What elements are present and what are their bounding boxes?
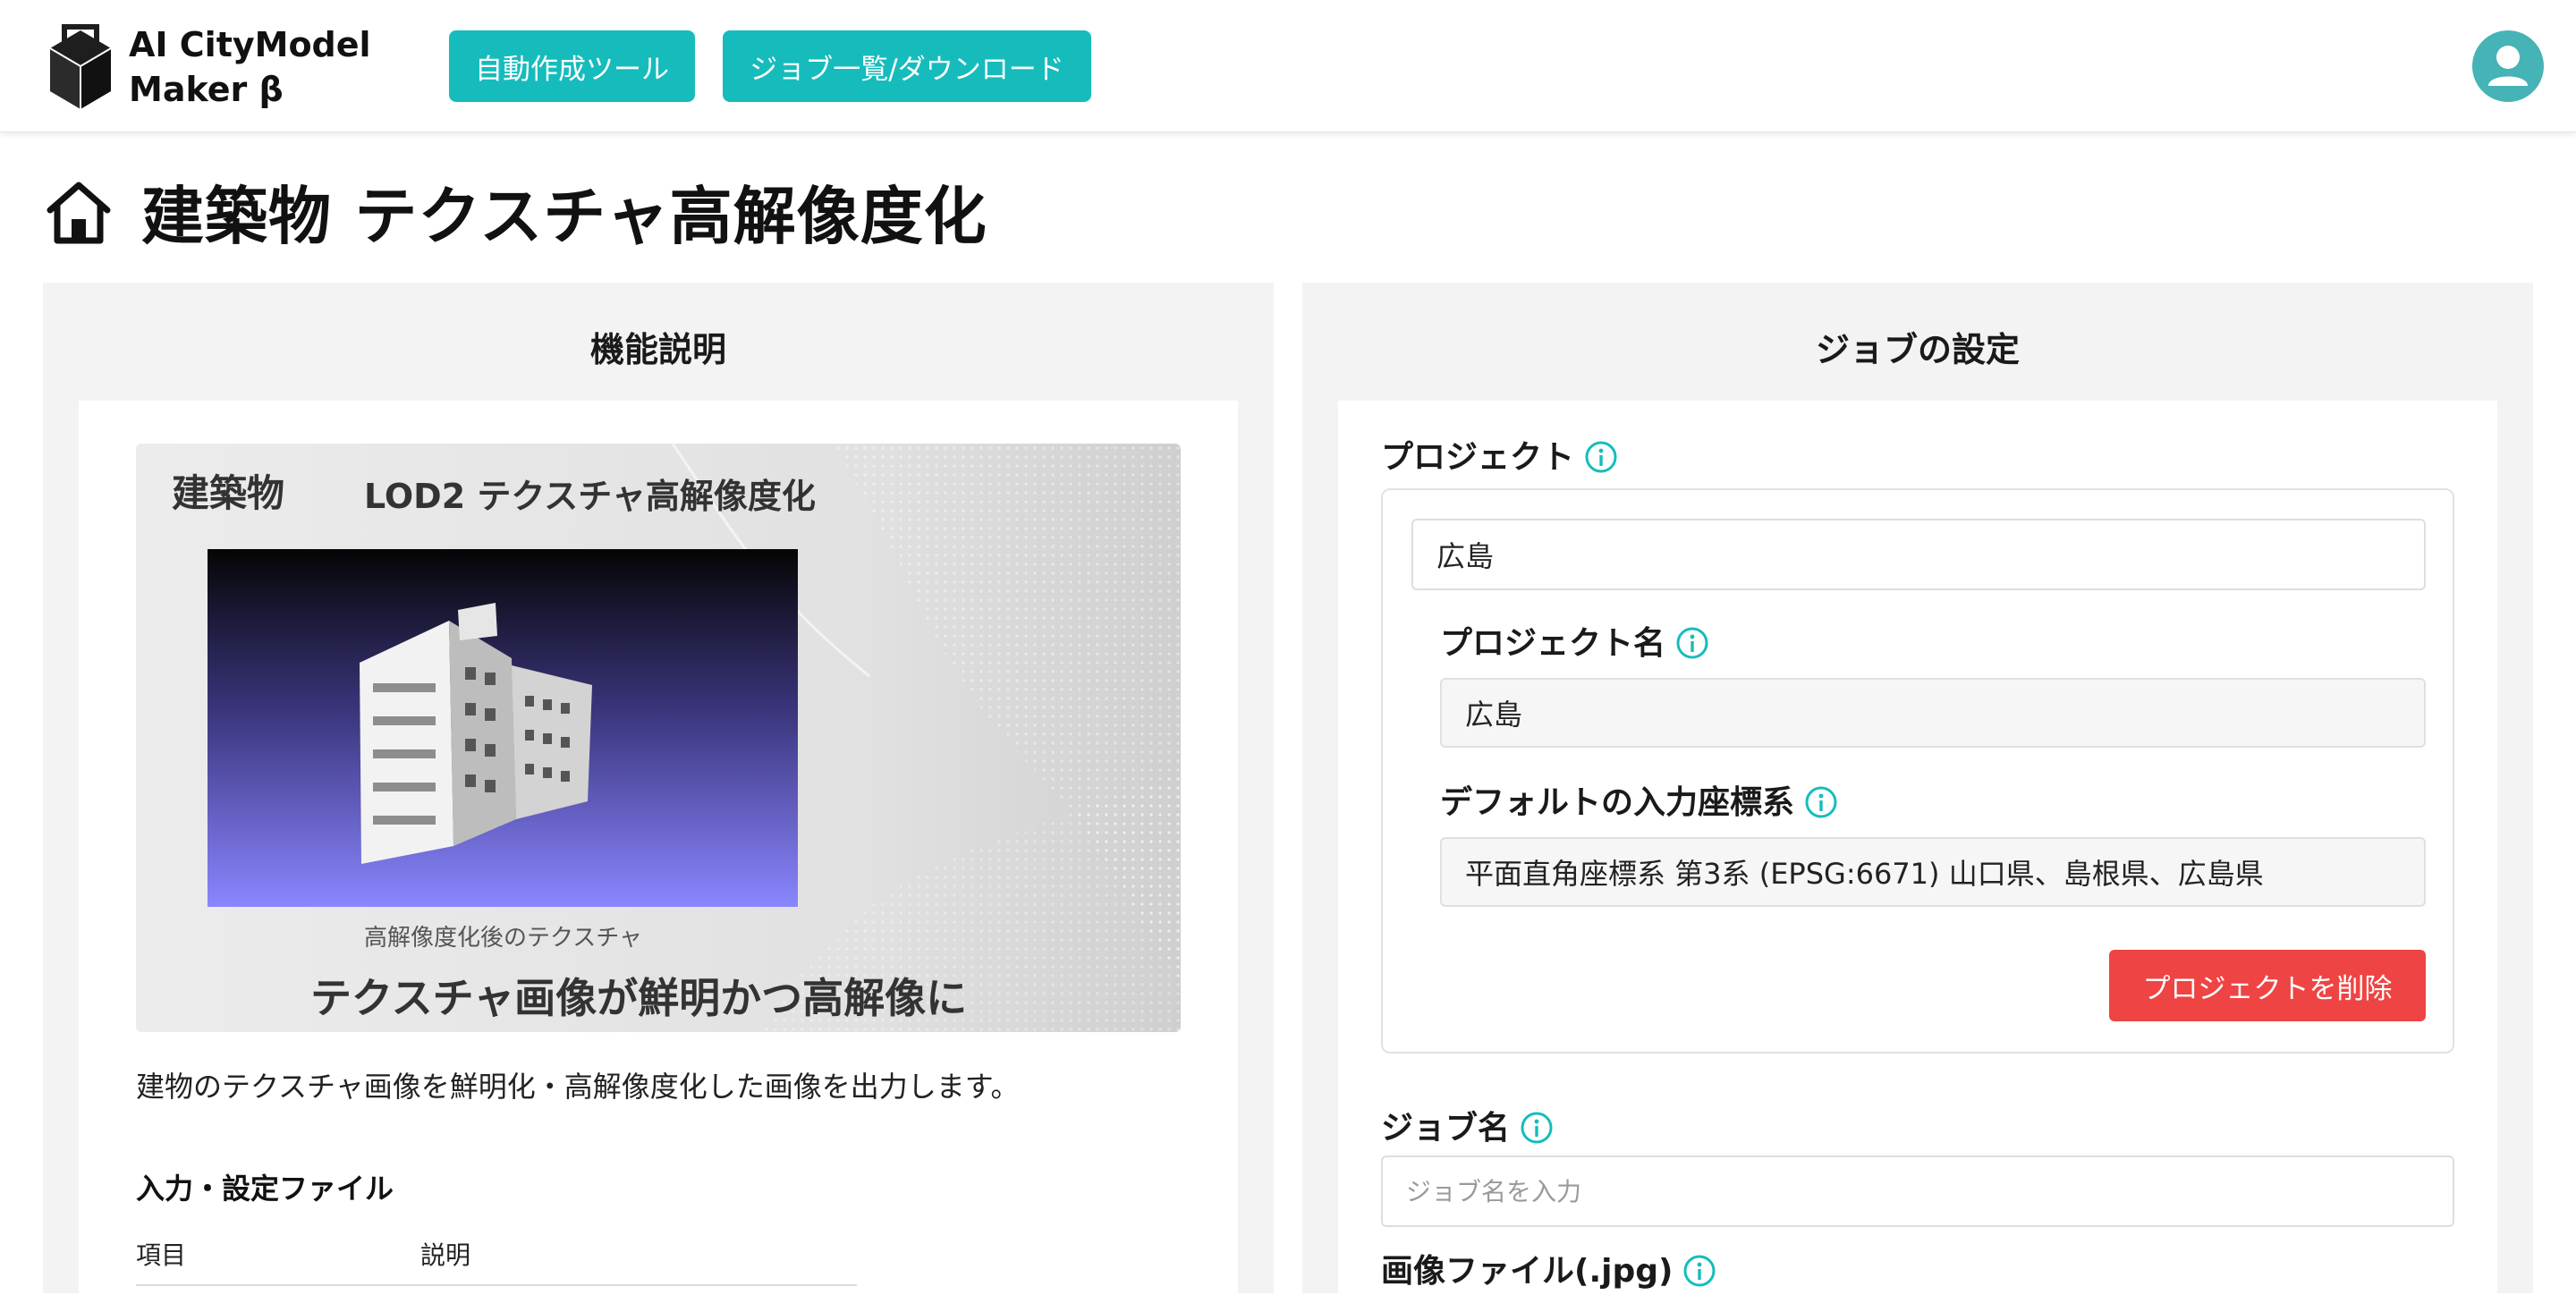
crs-label: デフォルトの入力座標系 xyxy=(1440,776,1839,823)
page-title-row: 建築物 テクスチャ高解像度化 xyxy=(43,166,987,257)
user-avatar-icon xyxy=(2488,46,2528,86)
project-settings-box: 広島 プロジェクト名 広島 デフォルトの入力座標系 平面直角座標系 第3系 (E xyxy=(1381,488,2454,1054)
app-logo[interactable]: AI CityModel Maker β xyxy=(47,21,371,113)
job-name-label: ジョブ名 xyxy=(1381,1102,1555,1148)
app-title-line1: AI CityModel xyxy=(129,25,371,64)
page-title: 建築物 テクスチャ高解像度化 xyxy=(141,180,987,253)
project-label: プロジェクト xyxy=(1381,431,1619,478)
user-avatar[interactable] xyxy=(2472,30,2544,102)
info-icon[interactable] xyxy=(1682,1253,1717,1289)
home-icon[interactable] xyxy=(43,176,114,248)
feature-image: 建築物 LOD2 テクスチャ高解像度化 高解像度化後のテクスチャ テクスチャ画像… xyxy=(136,444,1181,1032)
panel-body: 建築物 LOD2 テクスチャ高解像度化 高解像度化後のテクスチャ テクスチャ画像… xyxy=(79,401,1238,1295)
panel-heading: 機能説明 xyxy=(589,330,726,369)
logo-cube-icon xyxy=(49,24,112,109)
image-file-label: 画像ファイル(.jpg) xyxy=(1381,1245,1717,1291)
job-settings-panel: ジョブの設定 プロジェクト 広島 プロジェクト名 広島 デフォルトの入力座標系 … xyxy=(1302,283,2533,1295)
job-name-label-text: ジョブ名 xyxy=(1381,1110,1511,1147)
panel-heading: ジョブの設定 xyxy=(1815,330,2020,369)
info-icon[interactable] xyxy=(1583,439,1619,475)
crs-field: 平面直角座標系 第3系 (EPSG:6671) 山口県、島根県、広島県 xyxy=(1440,837,2426,907)
image-tagline-text: テクスチャ画像が鮮明かつ高解像に xyxy=(310,974,967,1022)
crs-label-text: デフォルトの入力座標系 xyxy=(1440,784,1795,821)
table-header-item: 項目 xyxy=(136,1240,187,1270)
image-title-text: LOD2 テクスチャ高解像度化 xyxy=(364,477,816,516)
files-heading: 入力・設定ファイル xyxy=(136,1172,394,1206)
feature-description-panel: 機能説明 建築物 LOD2 テクスチャ高解像度化 高解像度化後のテクスチャ テク… xyxy=(43,283,1274,1295)
project-label-text: プロジェクト xyxy=(1381,439,1575,476)
app-title-line2: Maker β xyxy=(129,70,284,109)
delete-project-button[interactable]: プロジェクトを削除 xyxy=(2109,950,2426,1021)
auto-tool-button[interactable]: 自動作成ツール xyxy=(449,30,695,102)
table-header-description: 説明 xyxy=(420,1240,471,1270)
image-category-text: 建築物 xyxy=(172,471,284,515)
jobs-download-button[interactable]: ジョブ一覧/ダウンロード xyxy=(723,30,1091,102)
image-file-label-text: 画像ファイル(.jpg) xyxy=(1381,1253,1674,1290)
project-name-label-text: プロジェクト名 xyxy=(1440,625,1666,662)
app-title: AI CityModel Maker β xyxy=(129,22,371,112)
image-caption-text: 高解像度化後のテクスチャ xyxy=(364,925,642,952)
info-icon[interactable] xyxy=(1803,784,1839,820)
top-header: AI CityModel Maker β 自動作成ツール ジョブ一覧/ダウンロー… xyxy=(0,0,2576,132)
info-icon[interactable] xyxy=(1674,625,1710,661)
job-name-input[interactable] xyxy=(1381,1155,2454,1227)
info-icon[interactable] xyxy=(1519,1110,1555,1146)
project-name-field: 広島 xyxy=(1440,678,2426,748)
feature-description: 建物のテクスチャ画像を鮮明化・高解像度化した画像を出力します。 xyxy=(136,1070,1020,1104)
project-select[interactable]: 広島 xyxy=(1411,519,2426,590)
panel-body: プロジェクト 広島 プロジェクト名 広島 デフォルトの入力座標系 平面直角座標系… xyxy=(1338,401,2497,1295)
feature-illustration: 建築物 LOD2 テクスチャ高解像度化 高解像度化後のテクスチャ テクスチャ画像… xyxy=(136,444,1181,1032)
project-name-label: プロジェクト名 xyxy=(1440,617,1710,664)
